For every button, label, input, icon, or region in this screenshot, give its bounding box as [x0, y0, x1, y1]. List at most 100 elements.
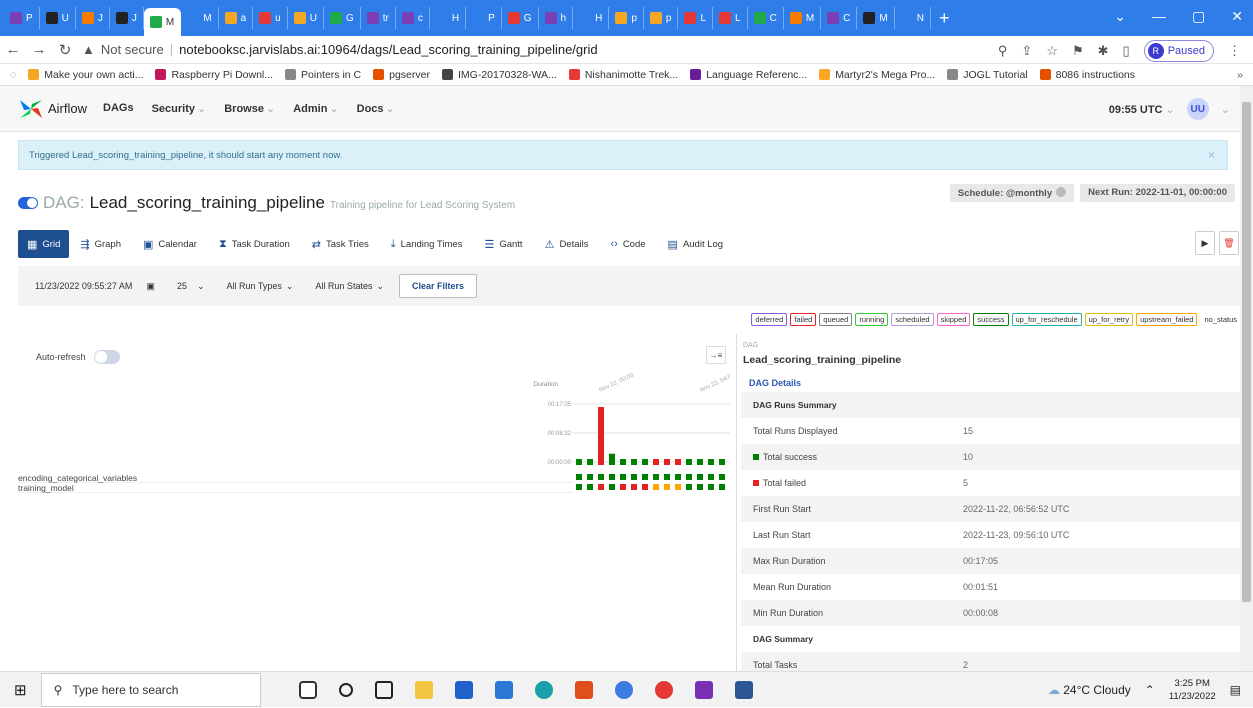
share-icon[interactable]: ⇪: [1021, 43, 1032, 59]
tab-search-icon[interactable]: ⌄: [1114, 8, 1126, 25]
tab-task-duration[interactable]: ⧗ Task Duration: [208, 230, 301, 258]
widget-app-icon[interactable]: [298, 680, 317, 699]
legend-deferred[interactable]: deferred: [751, 313, 788, 326]
menu-browse[interactable]: Browse ⌄: [224, 102, 275, 115]
chrome-dev-icon[interactable]: [614, 680, 633, 699]
dag-title[interactable]: Lead_scoring_training_pipeline: [90, 193, 325, 213]
url-field[interactable]: ▲ Not secure | notebooksc.jarvislabs.ai:…: [82, 42, 598, 57]
bookmark-item[interactable]: pgserver: [373, 69, 430, 81]
scrollbar-thumb[interactable]: [1242, 102, 1251, 602]
browser-tab[interactable]: H: [430, 7, 467, 29]
trigger-dag-button[interactable]: ▶: [1195, 231, 1215, 255]
security-label[interactable]: Not secure: [101, 42, 164, 57]
legend-skipped[interactable]: skipped: [936, 313, 971, 326]
browser-tab[interactable]: M: [181, 7, 219, 29]
windows-start-icon[interactable]: ⊞: [14, 681, 27, 699]
num-runs-select[interactable]: 25 ⌄: [170, 274, 212, 298]
legend-success[interactable]: success: [973, 313, 1009, 326]
tab-graph[interactable]: ⇶ Graph: [69, 230, 132, 258]
browser-tab[interactable]: u: [253, 7, 288, 29]
legend-up_for_reschedule[interactable]: up_for_reschedule: [1011, 313, 1082, 326]
extension-icon[interactable]: ⚑: [1072, 43, 1084, 59]
browser-tab[interactable]: a: [219, 7, 254, 29]
zoom-icon[interactable]: ⚲: [998, 43, 1008, 59]
maximize-icon[interactable]: ▢: [1192, 8, 1205, 25]
tab-gantt[interactable]: ☰ Gantt: [473, 230, 533, 258]
tab-task-tries[interactable]: ⇄ Task Tries: [301, 230, 380, 258]
browser-tab[interactable]: H: [573, 7, 610, 29]
weather-widget[interactable]: ☁ 24°C Cloudy: [1048, 683, 1131, 697]
bookmark-item[interactable]: Pointers in C: [285, 69, 361, 81]
legend-upstream_failed[interactable]: upstream_failed: [1136, 313, 1198, 326]
legend-up_for_retry[interactable]: up_for_retry: [1084, 313, 1134, 326]
edge-icon[interactable]: [534, 680, 553, 699]
bookmark-item[interactable]: Make your own acti...: [28, 69, 143, 81]
delete-dag-button[interactable]: 🗑: [1219, 231, 1239, 255]
menu-docs[interactable]: Docs ⌄: [357, 102, 395, 115]
file-explorer-icon[interactable]: [414, 680, 433, 699]
browser-tab[interactable]: C: [748, 7, 784, 29]
tab-details[interactable]: ⚠ Details: [534, 230, 600, 258]
server-time[interactable]: 09:55 UTC ⌄: [1109, 103, 1175, 116]
user-menu-chevron-icon[interactable]: ⌄: [1221, 103, 1230, 116]
legend-failed[interactable]: failed: [790, 313, 817, 326]
details-dag-name[interactable]: Lead_scoring_training_pipeline: [743, 354, 901, 366]
legend-no_status[interactable]: no_status: [1200, 313, 1241, 326]
profile-button[interactable]: R Paused: [1143, 40, 1214, 62]
url-text[interactable]: notebooksc.jarvislabs.ai:10964/dags/Lead…: [179, 42, 597, 57]
bookmark-item[interactable]: Martyr2's Mega Pro...: [819, 69, 935, 81]
browser-tab[interactable]: L: [678, 7, 714, 29]
legend-queued[interactable]: queued: [819, 313, 853, 326]
tab-audit-log[interactable]: ▤ Audit Log: [657, 230, 735, 258]
browser-tab[interactable]: P: [466, 7, 502, 29]
dag-pause-toggle[interactable]: [18, 197, 38, 209]
word-icon[interactable]: [734, 680, 753, 699]
bookmark-item[interactable]: JOGL Tutorial: [947, 69, 1028, 81]
browser-tab[interactable]: U: [40, 7, 76, 29]
mail-icon[interactable]: [494, 680, 513, 699]
browser-tab[interactable]: p: [644, 7, 679, 29]
run-type-select[interactable]: All Run Types ⌄: [220, 274, 301, 298]
more-bookmarks[interactable]: »: [1237, 69, 1243, 81]
tab-calendar[interactable]: ▣ Calendar: [132, 230, 208, 258]
sidepanel-icon[interactable]: ▯: [1123, 43, 1130, 59]
browser-tab[interactable]: M: [143, 8, 182, 36]
cortana-icon[interactable]: [338, 682, 353, 697]
base-date-input[interactable]: 11/23/2022 09:55:27 AM ▣: [28, 274, 162, 298]
puzzle-icon[interactable]: ✱: [1098, 43, 1109, 59]
browser-tab[interactable]: J: [110, 7, 144, 29]
bookmark-item[interactable]: Raspberry Pi Downl...: [155, 69, 273, 81]
legend-running[interactable]: running: [855, 313, 889, 326]
new-tab-button[interactable]: +: [939, 8, 950, 29]
browser-tab[interactable]: c: [396, 7, 430, 29]
taskbar-search[interactable]: ⚲ Type here to search: [40, 672, 261, 707]
browser-tab[interactable]: G: [324, 7, 361, 29]
clear-filters-button[interactable]: Clear Filters: [399, 274, 478, 298]
browser-tab[interactable]: tr: [361, 7, 396, 29]
alert-close-icon[interactable]: ×: [1208, 148, 1215, 162]
browser-menu-icon[interactable]: ⋮: [1228, 43, 1241, 59]
reload-icon[interactable]: ↻: [52, 41, 78, 59]
sublime-icon[interactable]: [574, 680, 593, 699]
tab-code[interactable]: ‹› Code: [599, 230, 656, 258]
minimize-icon[interactable]: —: [1152, 8, 1166, 25]
run-state-select[interactable]: All Run States ⌄: [308, 274, 391, 298]
browser-tab[interactable]: P: [4, 7, 40, 29]
bookmark-item[interactable]: Nishanimotte Trek...: [568, 69, 678, 81]
bookmark-item[interactable]: Language Referenc...: [690, 69, 807, 81]
close-window-icon[interactable]: ✕: [1231, 8, 1243, 25]
tray-expand-icon[interactable]: ⌃: [1145, 683, 1155, 697]
chrome-icon[interactable]: [654, 680, 673, 699]
browser-tab[interactable]: U: [288, 7, 324, 29]
forward-icon[interactable]: →: [26, 41, 52, 58]
browser-tab[interactable]: p: [609, 7, 644, 29]
browser-tab[interactable]: J: [76, 7, 110, 29]
user-avatar[interactable]: UU: [1186, 98, 1209, 120]
page-scrollbar[interactable]: [1240, 86, 1253, 671]
onenote-icon[interactable]: [694, 680, 713, 699]
bookmark-item[interactable]: IMG-20170328-WA...: [441, 69, 557, 81]
tab-grid[interactable]: ▦ Grid: [18, 230, 70, 258]
store-icon[interactable]: [454, 680, 473, 699]
menu-admin[interactable]: Admin ⌄: [293, 102, 338, 115]
tab-landing-times[interactable]: ⤓ Landing Times: [380, 230, 474, 258]
